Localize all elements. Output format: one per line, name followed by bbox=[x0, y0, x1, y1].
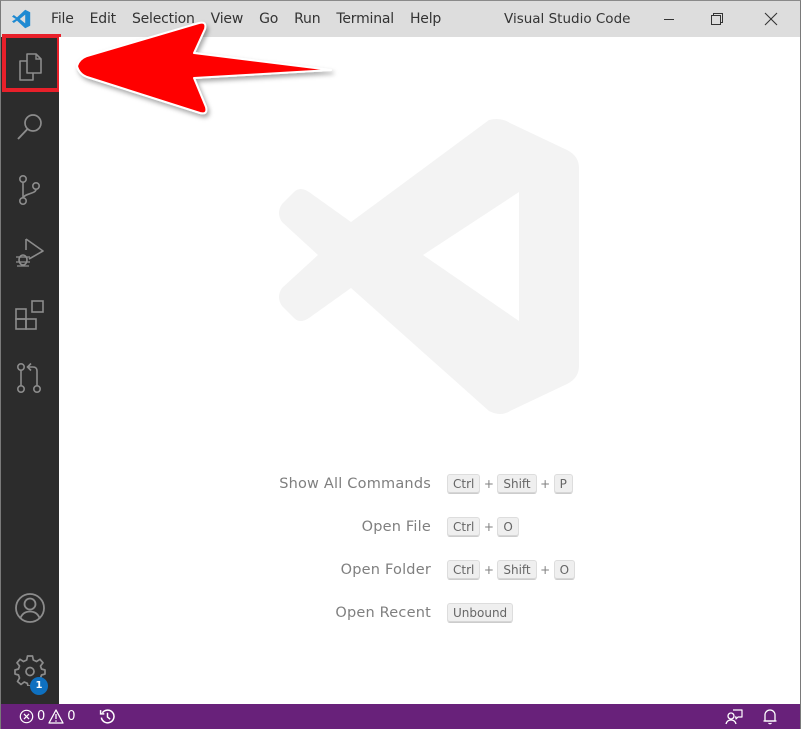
bell-icon bbox=[763, 709, 777, 725]
close-button[interactable] bbox=[748, 1, 794, 37]
activity-run-debug[interactable] bbox=[1, 225, 59, 281]
activity-pull-requests[interactable] bbox=[1, 350, 59, 406]
shortcut-keys: Ctrl + Shift + P bbox=[447, 474, 573, 494]
menu-run[interactable]: Run bbox=[286, 1, 328, 37]
feedback-button[interactable] bbox=[725, 704, 743, 729]
activity-accounts[interactable] bbox=[1, 580, 59, 636]
shortcut-label: Show All Commands bbox=[279, 476, 431, 492]
activity-search[interactable] bbox=[1, 99, 59, 155]
vscode-logo-icon bbox=[1, 1, 41, 37]
key-ctrl: Ctrl bbox=[447, 474, 481, 494]
menu-help[interactable]: Help bbox=[402, 1, 449, 37]
key-p: P bbox=[553, 474, 573, 494]
search-icon bbox=[17, 114, 42, 140]
activity-extensions[interactable] bbox=[1, 287, 59, 343]
editor-area: Show All Commands Ctrl + Shift + P Open … bbox=[59, 37, 800, 704]
status-bar: 0 0 bbox=[1, 704, 800, 729]
key-shift: Shift bbox=[497, 474, 537, 494]
menu-go[interactable]: Go bbox=[251, 1, 286, 37]
window-title: Visual Studio Code bbox=[504, 11, 631, 27]
notification-badge: 1 bbox=[30, 677, 48, 695]
minimize-button[interactable] bbox=[646, 1, 692, 37]
menu-selection[interactable]: Selection bbox=[124, 1, 203, 37]
activity-source-control[interactable] bbox=[1, 162, 59, 218]
menu-view[interactable]: View bbox=[203, 1, 251, 37]
shortcut-label: Open File bbox=[361, 519, 431, 535]
menu-edit[interactable]: Edit bbox=[82, 1, 124, 37]
problems-status[interactable]: 0 0 bbox=[19, 704, 79, 729]
pull-request-icon bbox=[16, 362, 41, 393]
key-shift: Shift bbox=[497, 560, 537, 580]
extensions-icon bbox=[15, 300, 44, 330]
key-unbound: Unbound bbox=[447, 603, 514, 623]
warning-count: 0 bbox=[67, 709, 76, 724]
key-separator: + bbox=[483, 477, 494, 491]
notifications-button[interactable] bbox=[762, 704, 778, 729]
key-o: O bbox=[497, 517, 519, 537]
shortcut-keys: Unbound bbox=[447, 603, 514, 623]
shortcut-label: Open Recent bbox=[335, 605, 431, 621]
menu-terminal[interactable]: Terminal bbox=[328, 1, 402, 37]
minimize-icon bbox=[664, 19, 674, 20]
shortcut-keys: Ctrl + Shift + O bbox=[447, 560, 576, 580]
shortcut-open-recent[interactable]: Open Recent Unbound bbox=[59, 601, 800, 625]
history-icon bbox=[99, 709, 115, 724]
vscode-logo-watermark bbox=[279, 119, 579, 414]
error-count: 0 bbox=[37, 709, 46, 724]
close-icon bbox=[764, 12, 778, 26]
run-debug-icon bbox=[16, 238, 44, 267]
shortcut-open-file[interactable]: Open File Ctrl + O bbox=[59, 515, 800, 539]
shortcut-show-all-commands[interactable]: Show All Commands Ctrl + Shift + P bbox=[59, 472, 800, 496]
feedback-icon bbox=[725, 708, 743, 724]
warning-icon bbox=[48, 709, 64, 724]
shortcut-label: Open Folder bbox=[340, 562, 431, 578]
restore-icon bbox=[711, 13, 723, 25]
key-separator: + bbox=[483, 563, 494, 577]
restore-button[interactable] bbox=[694, 1, 740, 37]
vscode-window: File Edit Selection View Go Run Terminal… bbox=[0, 0, 801, 729]
key-separator: + bbox=[540, 477, 551, 491]
shortcut-keys: Ctrl + O bbox=[447, 517, 519, 537]
activity-bar: 1 bbox=[1, 37, 59, 704]
activity-explorer[interactable] bbox=[1, 39, 59, 95]
menu-bar: File Edit Selection View Go Run Terminal… bbox=[41, 1, 449, 37]
shortcut-open-folder[interactable]: Open Folder Ctrl + Shift + O bbox=[59, 558, 800, 582]
key-o: O bbox=[553, 560, 576, 580]
files-icon bbox=[19, 53, 42, 81]
activity-manage[interactable]: 1 bbox=[1, 642, 59, 698]
history-button[interactable] bbox=[99, 704, 116, 729]
account-icon bbox=[15, 593, 45, 623]
title-bar: File Edit Selection View Go Run Terminal… bbox=[1, 1, 800, 37]
key-separator: + bbox=[540, 563, 551, 577]
source-control-icon bbox=[18, 174, 41, 205]
error-icon bbox=[19, 709, 34, 724]
key-ctrl: Ctrl bbox=[447, 560, 481, 580]
key-separator: + bbox=[483, 520, 494, 534]
key-ctrl: Ctrl bbox=[447, 517, 481, 537]
menu-file[interactable]: File bbox=[41, 1, 82, 37]
